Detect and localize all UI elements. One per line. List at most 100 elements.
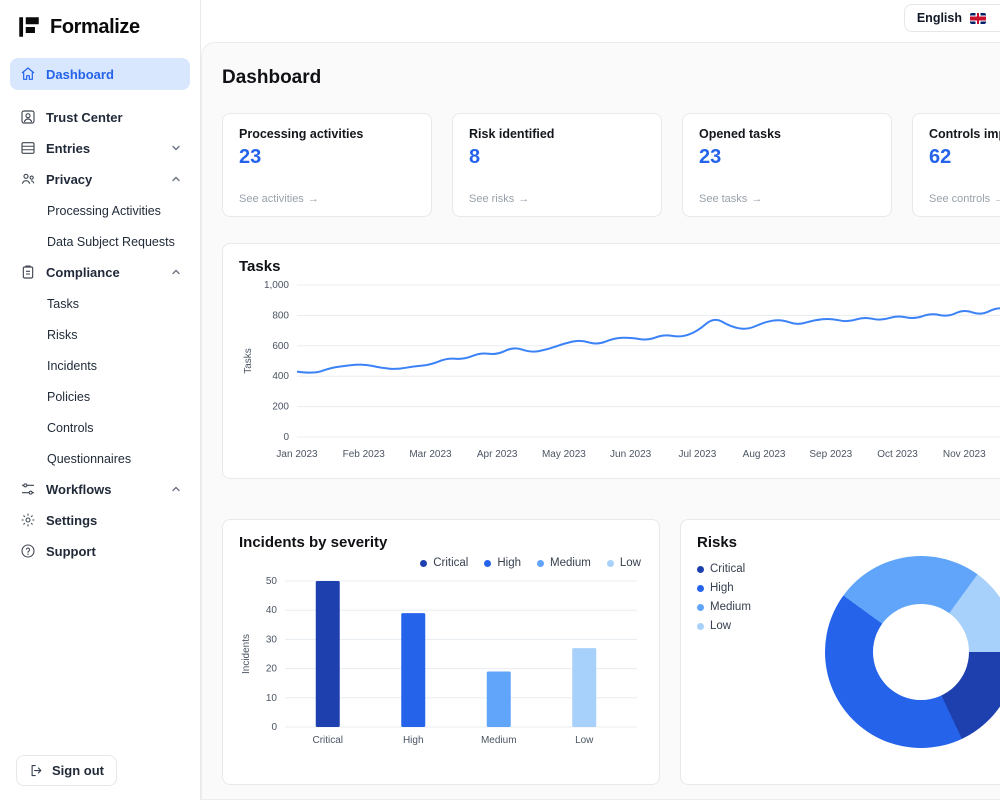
privacy-icon — [19, 171, 36, 188]
sidebar-item-label: Support — [46, 543, 96, 559]
sidebar-item-label: Entries — [46, 140, 91, 156]
svg-text:Feb 2023: Feb 2023 — [343, 449, 386, 460]
svg-text:Aug 2023: Aug 2023 — [743, 449, 786, 460]
page-title: Dashboard — [222, 67, 322, 88]
incidents-chart-card: Incidents by severity Critical High Medium… — [222, 519, 660, 785]
formalize-logo-icon — [16, 14, 42, 40]
chevron-up-icon — [171, 267, 181, 277]
svg-text:50: 50 — [266, 576, 278, 587]
svg-text:Low: Low — [575, 735, 594, 746]
svg-text:Critical: Critical — [312, 735, 343, 746]
stat-label: Risk identified — [469, 127, 555, 141]
stat-value: 62 — [929, 146, 952, 168]
svg-text:Nov 2023: Nov 2023 — [943, 449, 986, 460]
stat-value: 8 — [469, 146, 481, 168]
legend-item: Low — [606, 557, 641, 569]
stat-label: Opened tasks — [699, 127, 781, 141]
chevron-up-icon — [171, 174, 181, 184]
tasks-line-chart: 0 200 400 600 800 1,000 Jan 2023 Feb 2023 Mar 20… — [239, 275, 1000, 470]
entries-icon — [19, 140, 36, 157]
svg-text:20: 20 — [266, 664, 278, 675]
svg-text:600: 600 — [272, 341, 289, 352]
svg-text:Sep 2023: Sep 2023 — [809, 449, 852, 460]
sidebar-item-risks[interactable]: Risks — [10, 319, 190, 350]
main-area: English Dashboard Processing activities … — [201, 0, 1000, 800]
svg-text:200: 200 — [272, 402, 289, 413]
chevron-up-icon — [171, 484, 181, 494]
stat-card-controls-implemented: Controls implemented 62 See controls→ — [912, 113, 1000, 217]
see-tasks-link[interactable]: See tasks → — [699, 193, 762, 205]
uk-flag-icon — [970, 12, 986, 24]
svg-text:Incidents: Incidents — [241, 634, 252, 674]
see-controls-link[interactable]: See controls → — [929, 193, 1000, 205]
legend-item: Critical — [420, 557, 468, 569]
risks-chart-card: Risks Critical High Medium Low — [680, 519, 1000, 785]
sidebar-item-data-subject-requests[interactable]: Data Subject Requests — [10, 226, 190, 257]
sidebar-item-settings[interactable]: Settings — [10, 505, 190, 535]
trust-center-icon — [19, 109, 36, 126]
sidebar-item-tasks[interactable]: Tasks — [10, 288, 190, 319]
logout-icon — [29, 763, 44, 778]
arrow-right-icon: → — [307, 193, 319, 205]
gear-icon — [19, 512, 36, 529]
svg-text:Jan 2023: Jan 2023 — [276, 449, 318, 460]
svg-text:40: 40 — [266, 605, 278, 616]
stat-value: 23 — [699, 146, 722, 168]
see-activities-link[interactable]: See activities → — [239, 193, 319, 205]
sidebar-item-label: Compliance — [46, 264, 120, 280]
sidebar-item-processing-activities[interactable]: Processing Activities — [10, 195, 190, 226]
stat-cards-row: Processing activities 23 See activities →… — [222, 113, 1000, 217]
risks-donut-chart — [825, 556, 1000, 748]
arrow-right-icon: → — [751, 193, 763, 205]
sidebar-item-entries[interactable]: Entries — [10, 133, 190, 163]
sidebar-nav: Dashboard Trust Center Entries Privacy P… — [0, 58, 200, 567]
app-logo: Formalize — [0, 0, 200, 58]
svg-text:Jun 2023: Jun 2023 — [610, 449, 652, 460]
sidebar-item-compliance[interactable]: Compliance — [10, 257, 190, 287]
sign-out-button[interactable]: Sign out — [16, 755, 117, 786]
sidebar-item-support[interactable]: Support — [10, 536, 190, 566]
sidebar-item-label: Workflows — [46, 481, 112, 497]
chevron-down-icon — [171, 143, 181, 153]
sidebar-item-questionnaires[interactable]: Questionnaires — [10, 443, 190, 474]
app-name: Formalize — [50, 15, 140, 38]
sidebar-item-incidents[interactable]: Incidents — [10, 350, 190, 381]
sidebar-item-label: Trust Center — [46, 109, 123, 125]
sidebar-item-label: Dashboard — [46, 66, 114, 82]
svg-text:400: 400 — [272, 371, 289, 382]
sidebar-item-policies[interactable]: Policies — [10, 381, 190, 412]
svg-text:High: High — [403, 735, 424, 746]
content-panel: Dashboard Processing activities 23 See a… — [201, 42, 1000, 800]
incidents-bar-chart: 0 10 20 30 40 50 Critical High Medium Low Incident… — [239, 573, 643, 756]
legend-item: Medium — [536, 557, 591, 569]
risks-chart-title: Risks — [697, 534, 738, 551]
sidebar-item-trust-center[interactable]: Trust Center — [10, 102, 190, 132]
sidebar-item-dashboard[interactable]: Dashboard — [10, 58, 190, 90]
svg-text:Tasks: Tasks — [243, 348, 254, 374]
tasks-chart-title: Tasks — [239, 258, 281, 275]
svg-text:30: 30 — [266, 634, 278, 645]
svg-text:0: 0 — [271, 722, 277, 733]
svg-text:Jul 2023: Jul 2023 — [678, 449, 716, 460]
see-risks-link[interactable]: See risks → — [469, 193, 529, 205]
stat-card-risk-identified: Risk identified 8 See risks → — [452, 113, 662, 217]
language-label: English — [916, 11, 962, 25]
language-selector[interactable]: English — [903, 4, 1000, 32]
arrow-right-icon: → — [994, 193, 1000, 205]
stat-label: Controls implemented — [929, 127, 1000, 141]
svg-text:10: 10 — [266, 693, 278, 704]
svg-text:Oct 2023: Oct 2023 — [877, 449, 918, 460]
home-icon — [19, 66, 36, 83]
sidebar-item-privacy[interactable]: Privacy — [10, 164, 190, 194]
compliance-icon — [19, 264, 36, 281]
svg-text:May 2023: May 2023 — [542, 449, 586, 460]
sidebar-item-controls[interactable]: Controls — [10, 412, 190, 443]
workflows-icon — [19, 481, 36, 498]
sidebar-item-label: Settings — [46, 512, 98, 528]
stat-value: 23 — [239, 146, 262, 168]
sidebar-item-workflows[interactable]: Workflows — [10, 474, 190, 504]
svg-text:1,000: 1,000 — [264, 280, 289, 291]
incidents-chart-title: Incidents by severity — [239, 534, 388, 551]
help-icon — [19, 543, 36, 560]
sidebar-item-label: Privacy — [46, 171, 93, 187]
